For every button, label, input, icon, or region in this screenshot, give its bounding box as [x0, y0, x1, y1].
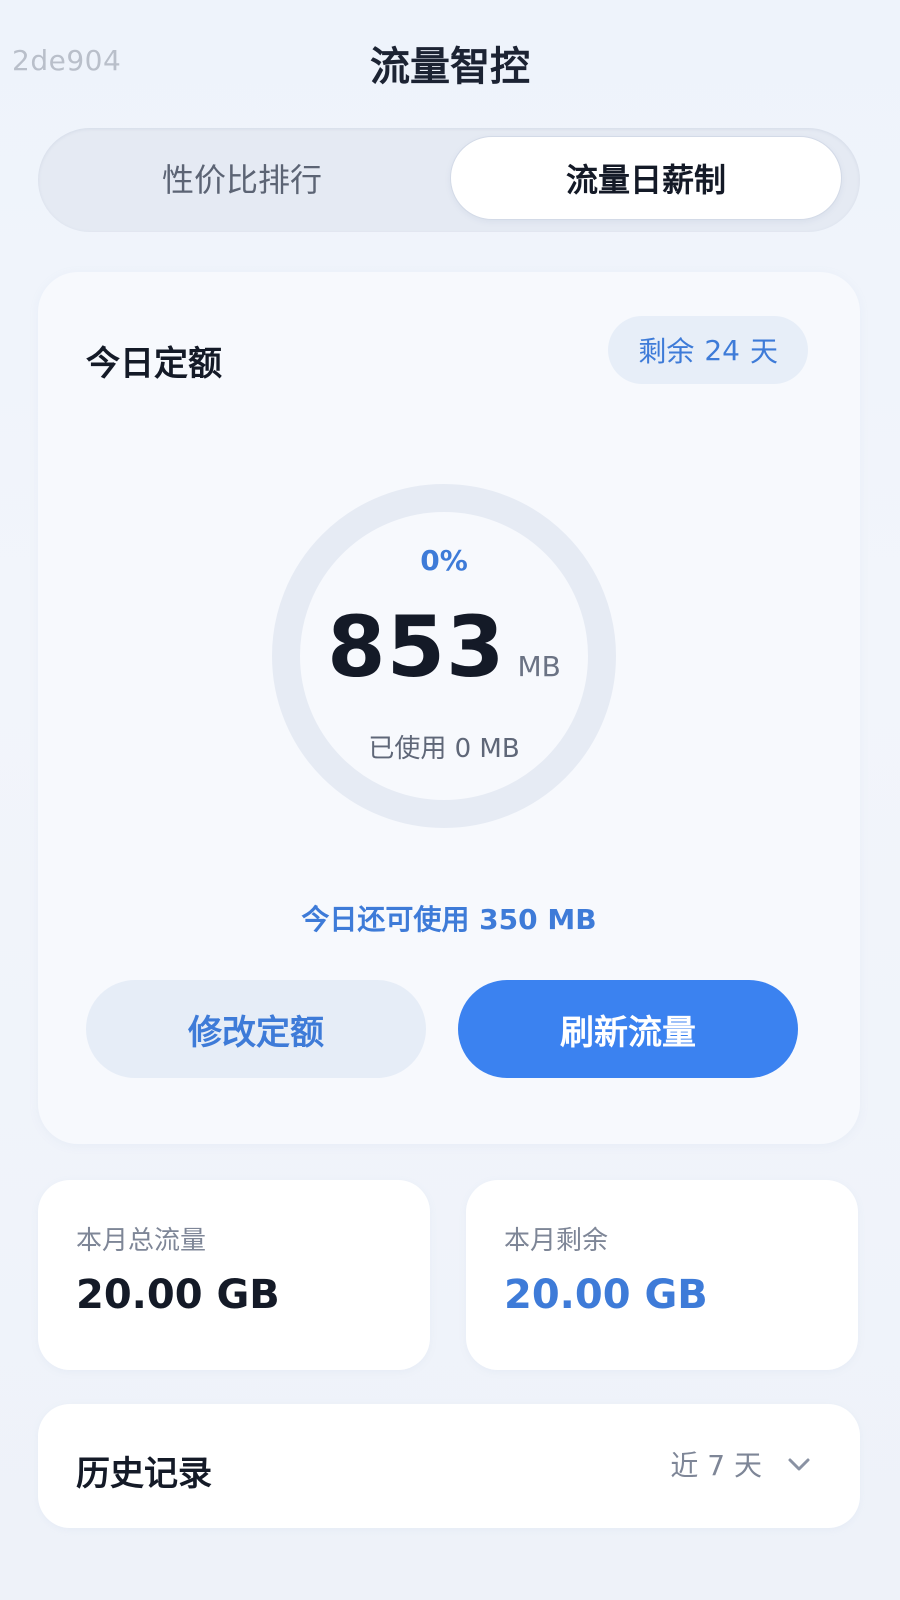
quota-amount: 853 MB: [268, 598, 620, 696]
page-title: 流量智控: [370, 44, 530, 90]
daily-quota-card: 今日定额 剩余 24 天 0% 853 MB 已使用 0 MB 今日还可使用 3…: [38, 272, 860, 1144]
usage-percent: 0%: [420, 544, 468, 577]
days-left-unit: 天: [749, 335, 778, 368]
tab-daily-quota[interactable]: 流量日薪制: [450, 136, 842, 220]
days-left-badge: 剩余 24 天: [608, 316, 808, 384]
chevron-down-icon: [788, 1458, 810, 1471]
month-total-label: 本月总流量: [76, 1226, 207, 1256]
mode-segmented-control: 性价比排行 流量日薪制: [38, 128, 860, 232]
history-range-label: 近 7 天: [670, 1449, 762, 1482]
quota-unit: MB: [517, 650, 561, 683]
tab-value-ranking[interactable]: 性价比排行: [46, 136, 438, 220]
remaining-today: 今日还可使用 350 MB: [301, 903, 597, 936]
days-left-label: 剩余: [638, 335, 695, 368]
month-total-card: 本月总流量 20.00 GB: [38, 1180, 430, 1370]
month-total-value: 20.00 GB: [76, 1272, 280, 1318]
edit-quota-button[interactable]: 修改定额: [86, 980, 426, 1078]
used-amount: 已使用 0 MB: [368, 734, 520, 764]
month-remaining-card: 本月剩余 20.00 GB: [466, 1180, 858, 1370]
month-remaining-label: 本月剩余: [504, 1226, 609, 1256]
quota-value: 853: [327, 598, 506, 696]
quota-card-title: 今日定额: [86, 344, 222, 384]
history-range-selector[interactable]: 近 7 天: [670, 1444, 812, 1484]
refresh-traffic-button[interactable]: 刷新流量: [458, 980, 798, 1078]
usage-ring: 0% 853 MB 已使用 0 MB: [268, 480, 620, 832]
history-title: 历史记录: [76, 1454, 212, 1494]
days-left-value: 24: [704, 333, 740, 367]
month-remaining-value: 20.00 GB: [504, 1272, 708, 1318]
history-row[interactable]: 历史记录 近 7 天: [38, 1404, 860, 1528]
